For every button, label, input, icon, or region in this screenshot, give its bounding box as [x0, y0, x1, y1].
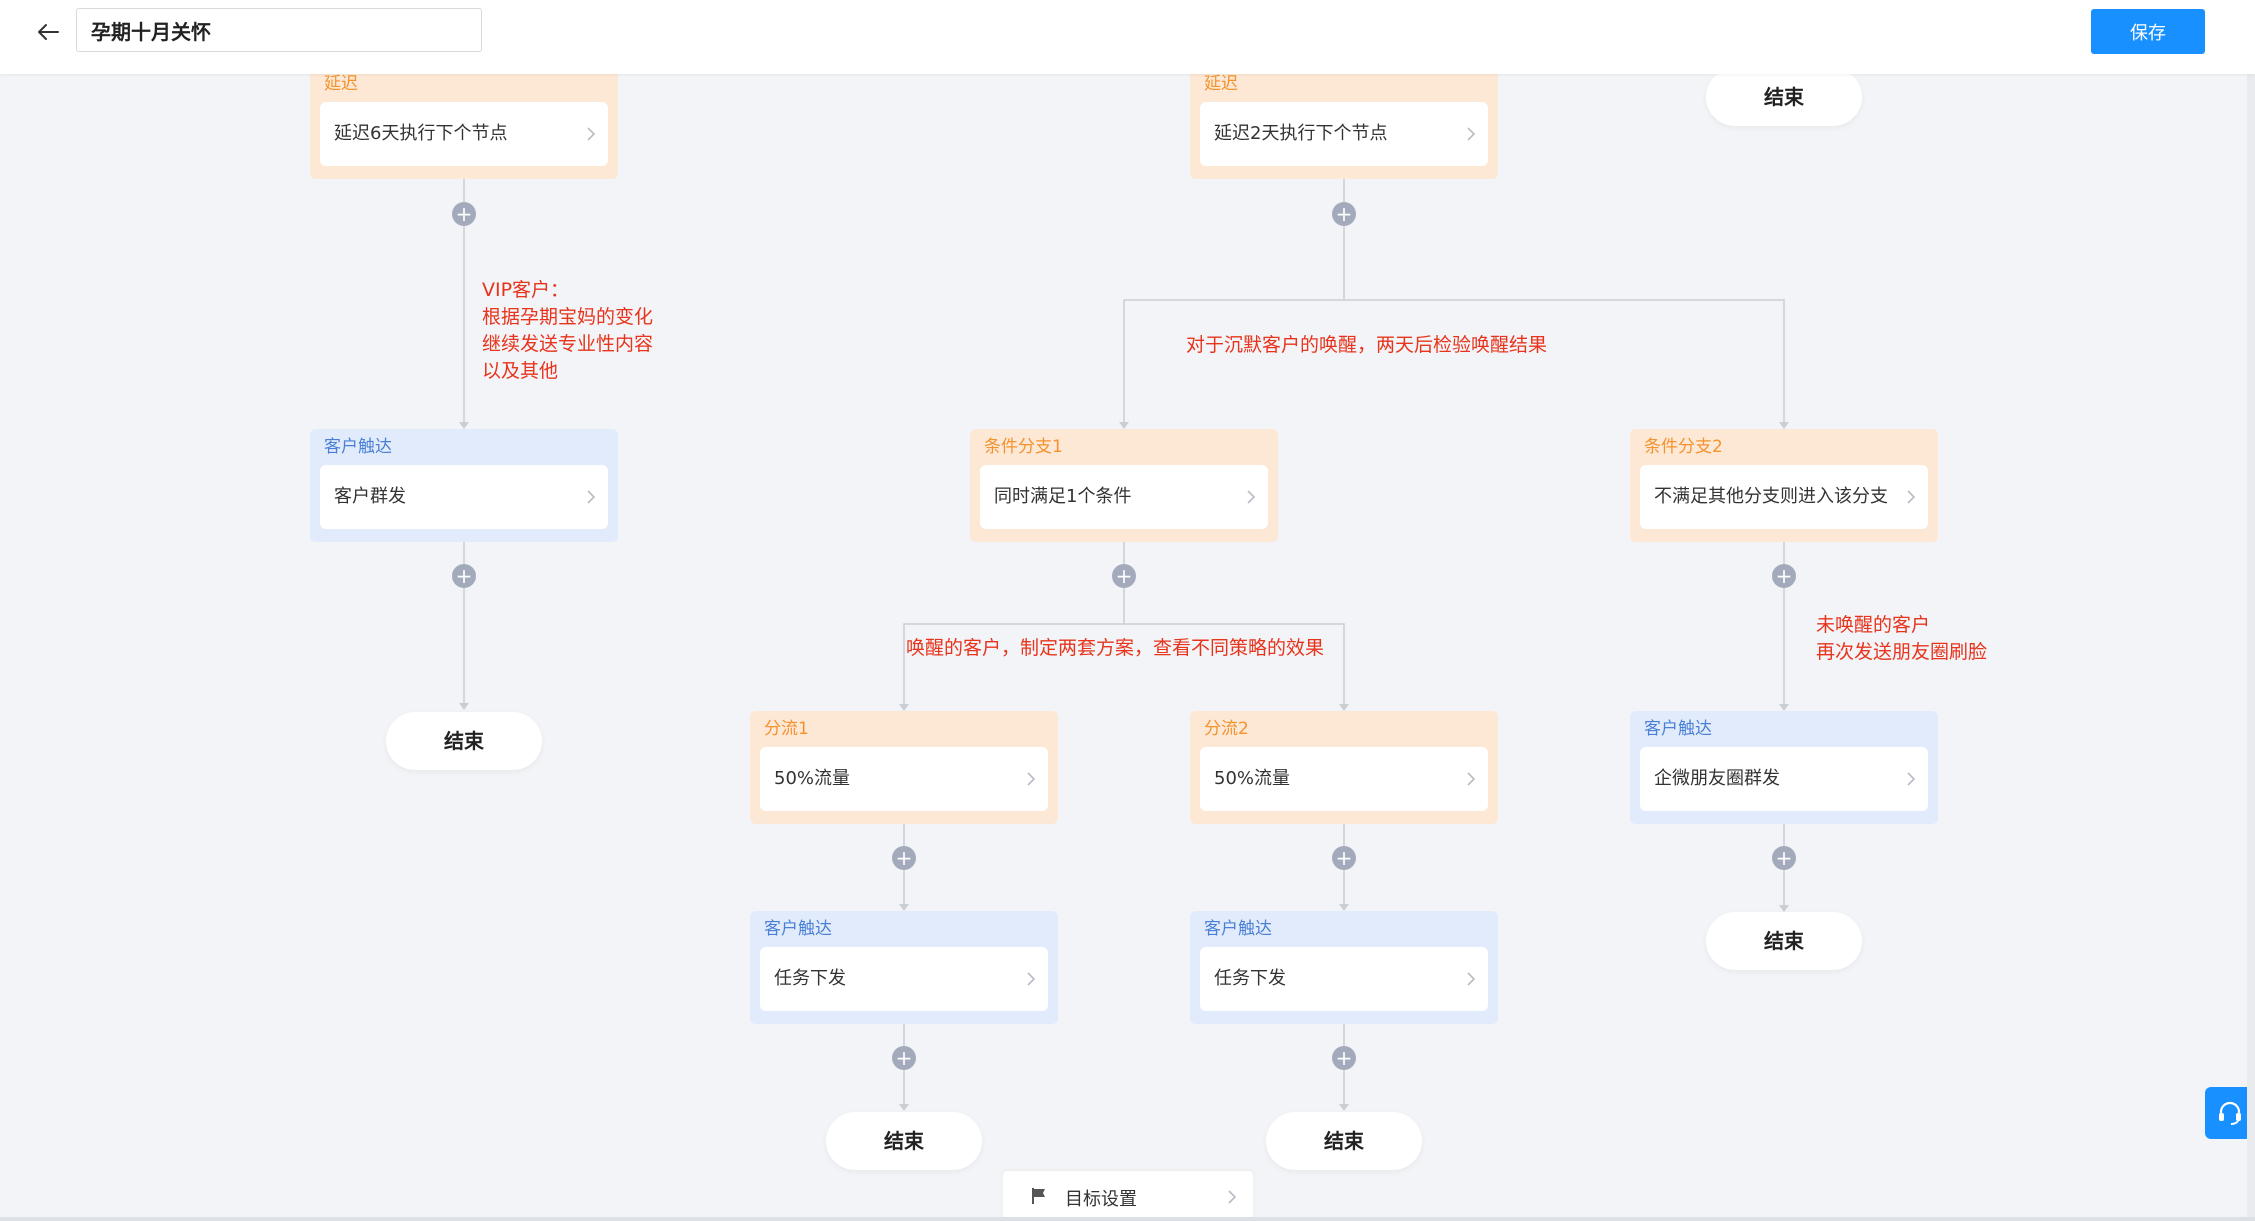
- chevron-right-icon: [1907, 490, 1916, 504]
- node-type-label: 客户触达: [1204, 919, 1272, 939]
- journey-title-input[interactable]: [76, 8, 482, 52]
- annotation-vip: VIP客户： 根据孕期宝妈的变化 继续发送专业性内容 以及其他: [482, 279, 654, 382]
- split-node-1[interactable]: 分流1 50%流量: [750, 711, 1058, 824]
- goal-settings-label: 目标设置: [1065, 1189, 1137, 1210]
- end-node-split-1[interactable]: 结束: [826, 1112, 982, 1170]
- node-card[interactable]: 企微朋友圈群发: [1640, 747, 1928, 811]
- touch-node-moments[interactable]: 客户触达 企微朋友圈群发: [1630, 711, 1938, 824]
- condition-branch-1[interactable]: 条件分支1 同时满足1个条件: [970, 429, 1278, 542]
- node-description: 同时满足1个条件: [994, 486, 1132, 507]
- node-card[interactable]: 延迟6天执行下个节点: [320, 102, 608, 166]
- node-description: 延迟6天执行下个节点: [334, 123, 508, 144]
- node-type-label: 分流1: [764, 719, 809, 739]
- chevron-right-icon: [1027, 772, 1036, 786]
- add-node-button[interactable]: +: [452, 564, 476, 588]
- add-node-button[interactable]: +: [1772, 564, 1796, 588]
- add-node-button[interactable]: +: [892, 846, 916, 870]
- chevron-right-icon: [1467, 972, 1476, 986]
- vertical-scrollbar[interactable]: [2247, 74, 2255, 1221]
- chevron-right-icon: [587, 490, 596, 504]
- chevron-right-icon: [1467, 127, 1476, 141]
- node-description: 企微朋友圈群发: [1654, 768, 1780, 789]
- node-type-label: 条件分支1: [984, 437, 1063, 457]
- top-bar: 保存: [0, 0, 2255, 74]
- delay-node-middle[interactable]: 延迟 延迟2天执行下个节点: [1190, 66, 1498, 179]
- add-node-button[interactable]: +: [892, 1046, 916, 1070]
- annotation-silent: 对于沉默客户的唤醒，两天后检验唤醒结果: [1186, 334, 1548, 356]
- add-node-button[interactable]: +: [1332, 846, 1356, 870]
- node-description: 不满足其他分支则进入该分支: [1654, 486, 1888, 507]
- chevron-right-icon: [1907, 772, 1916, 786]
- chevron-right-icon: [587, 127, 596, 141]
- end-node-split-2[interactable]: 结束: [1266, 1112, 1422, 1170]
- node-card[interactable]: 任务下发: [760, 947, 1048, 1011]
- headset-icon: [2219, 1101, 2241, 1125]
- arrow-left-icon[interactable]: [30, 14, 66, 50]
- flag-icon: [1032, 1188, 1045, 1204]
- touch-node-left[interactable]: 客户触达 客户群发: [310, 429, 618, 542]
- save-button[interactable]: 保存: [2091, 9, 2205, 54]
- node-card[interactable]: 任务下发: [1200, 947, 1488, 1011]
- add-node-button[interactable]: +: [1772, 846, 1796, 870]
- chevron-right-icon: [1027, 972, 1036, 986]
- node-description: 任务下发: [1214, 968, 1286, 989]
- node-card[interactable]: 客户群发: [320, 465, 608, 529]
- split-node-2[interactable]: 分流2 50%流量: [1190, 711, 1498, 824]
- horizontal-scrollbar[interactable]: [0, 1217, 2255, 1221]
- add-node-button[interactable]: +: [1332, 1046, 1356, 1070]
- flow-connectors: [459, 178, 1789, 1111]
- chevron-right-icon: [1228, 1190, 1237, 1204]
- flow-canvas[interactable]: 延迟 延迟6天执行下个节点 延迟 延迟2天执行下个节点 结束 + + + + +…: [0, 0, 2255, 1221]
- condition-branch-2[interactable]: 条件分支2 不满足其他分支则进入该分支: [1630, 429, 1938, 542]
- node-type-label: 客户触达: [324, 437, 392, 457]
- delay-node-left[interactable]: 延迟 延迟6天执行下个节点: [310, 66, 618, 179]
- annotation-not-awakened: 未唤醒的客户 再次发送朋友圈刷脸: [1816, 614, 1988, 663]
- node-card[interactable]: 不满足其他分支则进入该分支: [1640, 465, 1928, 529]
- goal-settings-bar[interactable]: 目标设置: [1003, 1171, 1253, 1221]
- chevron-right-icon: [1467, 772, 1476, 786]
- node-type-label: 延迟: [324, 74, 358, 94]
- node-card[interactable]: 同时满足1个条件: [980, 465, 1268, 529]
- end-node-left[interactable]: 结束: [386, 712, 542, 770]
- node-description: 任务下发: [774, 968, 846, 989]
- node-card[interactable]: 50%流量: [1200, 747, 1488, 811]
- annotation-awakened: 唤醒的客户，制定两套方案，查看不同策略的效果: [906, 637, 1325, 659]
- node-type-label: 分流2: [1204, 719, 1249, 739]
- chevron-right-icon: [1247, 490, 1256, 504]
- node-type-label: 客户触达: [1644, 719, 1712, 739]
- node-description: 客户群发: [334, 486, 406, 507]
- add-node-button[interactable]: +: [1112, 564, 1136, 588]
- touch-node-task-2[interactable]: 客户触达 任务下发: [1190, 911, 1498, 1024]
- node-type-label: 延迟: [1204, 74, 1238, 94]
- node-card[interactable]: 延迟2天执行下个节点: [1200, 102, 1488, 166]
- add-node-button[interactable]: +: [452, 202, 476, 226]
- node-card[interactable]: 50%流量: [760, 747, 1048, 811]
- touch-node-task-1[interactable]: 客户触达 任务下发: [750, 911, 1058, 1024]
- end-node-right[interactable]: 结束: [1706, 912, 1862, 970]
- node-description: 50%流量: [774, 768, 851, 789]
- node-type-label: 客户触达: [764, 919, 832, 939]
- node-description: 延迟2天执行下个节点: [1214, 123, 1388, 144]
- add-node-button[interactable]: +: [1332, 202, 1356, 226]
- node-type-label: 条件分支2: [1644, 437, 1723, 457]
- end-node-top-right[interactable]: 结束: [1706, 68, 1862, 126]
- node-description: 50%流量: [1214, 768, 1291, 789]
